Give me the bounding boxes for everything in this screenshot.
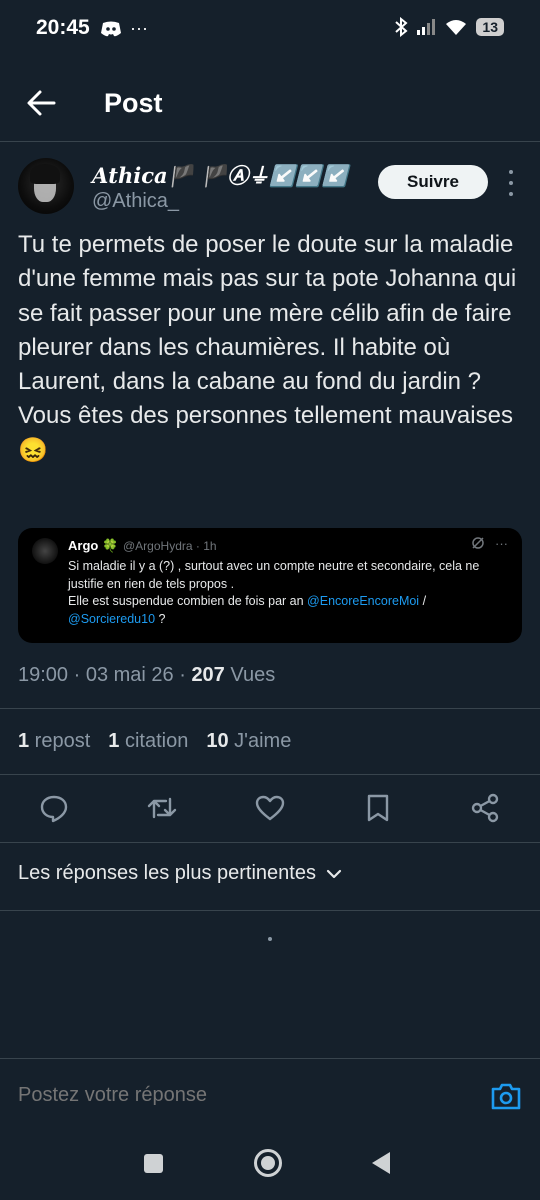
avatar-hair [30, 164, 60, 184]
status-left-icons: ··· [100, 18, 148, 39]
stats-divider [0, 774, 540, 775]
tweet-text: Tu te permets de poser le doute sur la m… [18, 231, 517, 464]
reposts-count: 1 [18, 730, 30, 752]
quote-text: Si maladie il y a (?) , surtout avec un … [68, 558, 508, 628]
share-icon[interactable] [469, 792, 501, 824]
quote-mention-2[interactable]: @Sorcieredu10 [68, 612, 155, 626]
repost-icon[interactable] [146, 792, 178, 824]
home-button[interactable] [254, 1149, 282, 1177]
reply-divider [0, 1058, 540, 1059]
system-back-button[interactable] [372, 1152, 390, 1174]
author-handle[interactable]: @Athica_ [92, 190, 179, 213]
sort-label: Les réponses les plus pertinentes [18, 862, 316, 884]
reply-input[interactable] [18, 1084, 458, 1107]
post-meta: 19:00 · 03 mai 26 · 207 Vues [18, 664, 275, 687]
grok-icon [472, 537, 484, 549]
chevron-down-icon [326, 869, 342, 878]
likes-label: J'aime [228, 730, 292, 752]
actions-divider [0, 842, 540, 843]
wifi-icon [446, 20, 467, 35]
battery-indicator: 13 [476, 18, 504, 36]
signal-icon [417, 19, 436, 35]
status-time: 20:45 [36, 16, 90, 39]
quote-separator: / [419, 594, 427, 608]
replies-sort-dropdown[interactable]: Les réponses les plus pertinentes [18, 862, 342, 885]
header-divider [0, 141, 540, 142]
status-bar: 20:45 ··· 13 [0, 0, 540, 60]
quote-text-line2: Elle est suspendue combien de fois par a… [68, 594, 308, 608]
camera-icon[interactable] [490, 1081, 522, 1111]
bluetooth-icon [395, 17, 408, 37]
discord-icon [101, 21, 121, 36]
quote-author-name: Argo 🍀 [68, 538, 119, 553]
quote-mention-1[interactable]: @EncoreEncoreMoi [307, 594, 419, 608]
reply-icon[interactable] [38, 792, 70, 824]
reposts-label: repost [29, 730, 91, 752]
views-count: 207 [191, 664, 225, 686]
quote-text-line1: Si maladie il y a (?) , surtout avec un … [68, 559, 480, 591]
top-header: Post [0, 70, 540, 140]
quote-author-handle: @ArgoHydra · 1h [123, 539, 217, 553]
quoted-tweet[interactable]: Argo 🍀 @ArgoHydra · 1h ··· Si maladie il… [18, 528, 522, 643]
quotes-label: citation [119, 730, 189, 752]
status-right-icons: 13 [394, 17, 504, 37]
quote-header-icons: ··· [471, 536, 508, 551]
author-display-name[interactable]: 𝑨𝒕𝒉𝒊𝒄𝒂🏴 🏴Ⓐ⏚↙️↙️↙️ [92, 160, 348, 190]
bookmark-icon[interactable] [362, 792, 394, 824]
engagement-stats: 1 repost 1 citation 10 J'aime [18, 730, 291, 753]
views-label: Vues [224, 664, 276, 686]
quote-avatar [32, 538, 58, 564]
recent-apps-button[interactable] [144, 1154, 163, 1173]
action-bar [0, 786, 540, 830]
reposts-stat[interactable]: 1 repost [18, 730, 90, 753]
meta-divider [0, 708, 540, 709]
sort-divider [0, 910, 540, 911]
likes-count: 10 [206, 730, 229, 752]
system-nav-bar [0, 1126, 540, 1200]
follow-button[interactable]: Suivre [378, 165, 488, 199]
more-options-icon[interactable] [506, 170, 516, 196]
quote-more-icon: ··· [495, 536, 508, 551]
back-arrow-icon[interactable] [24, 86, 58, 120]
loading-dot [268, 937, 272, 941]
quote-tail: ? [155, 611, 166, 626]
post-time-date: 19:00 · 03 mai 26 · [18, 664, 192, 686]
more-notifications: ··· [130, 18, 148, 38]
like-icon[interactable] [254, 792, 286, 824]
page-title: Post [104, 88, 163, 118]
quotes-stat[interactable]: 1 citation [108, 730, 188, 753]
likes-stat[interactable]: 10 J'aime [206, 730, 291, 753]
avatar[interactable] [18, 158, 74, 214]
quotes-count: 1 [108, 730, 120, 752]
